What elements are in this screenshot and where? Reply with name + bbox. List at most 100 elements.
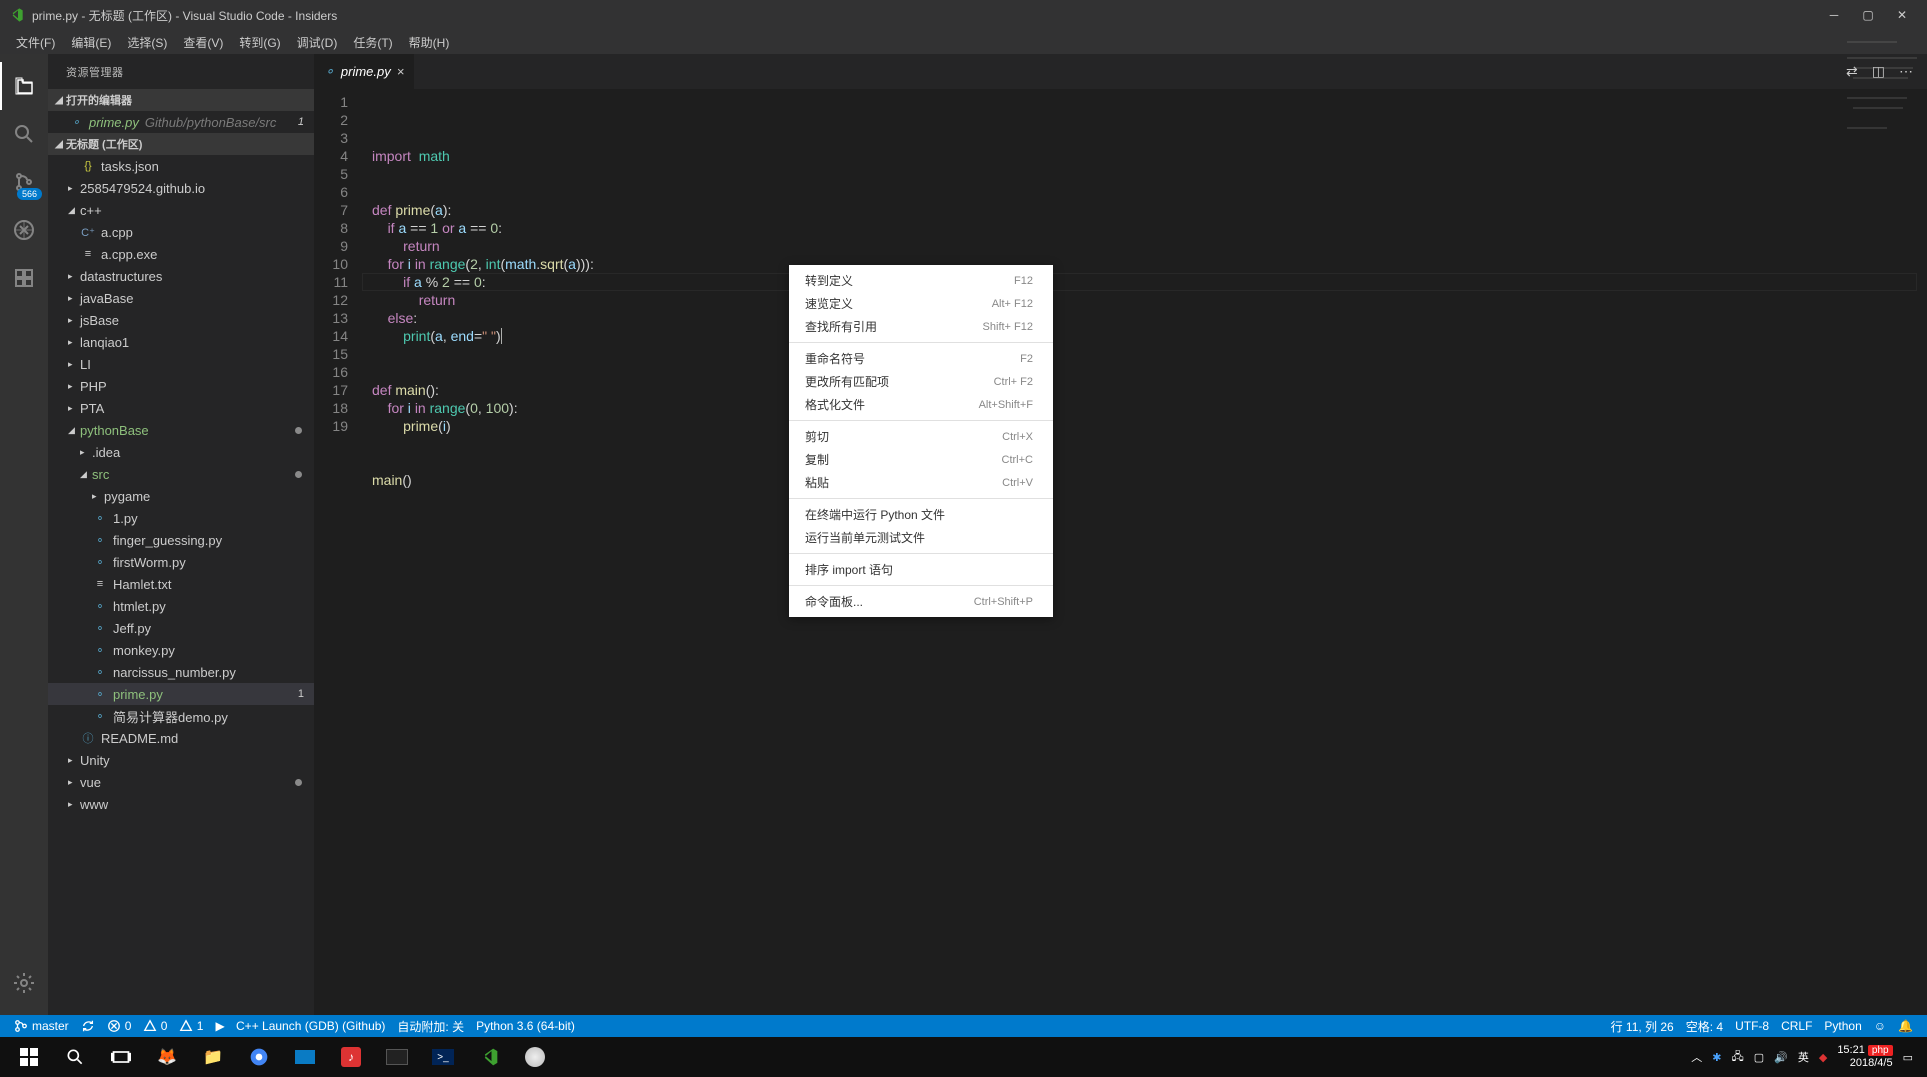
context-menu-item[interactable]: 更改所有匹配项Ctrl+ F2 [789, 370, 1053, 393]
tray-notifications-icon[interactable]: ▭ [1903, 1051, 1913, 1064]
tray-volume-icon[interactable]: 🔊 [1774, 1051, 1788, 1064]
activity-search[interactable] [0, 110, 48, 158]
start-button[interactable] [6, 1037, 52, 1077]
taskbar-app2-icon[interactable] [512, 1037, 558, 1077]
status-problems[interactable]: 0 0 1 [101, 1015, 210, 1037]
folder-lanqiao1[interactable]: ▸lanqiao1 [48, 331, 314, 353]
context-menu-item[interactable]: 格式化文件Alt+Shift+F [789, 393, 1053, 416]
folder-unity[interactable]: ▸Unity [48, 749, 314, 771]
file-prime[interactable]: ⚬prime.py1 [48, 683, 314, 705]
context-menu-item[interactable]: 速览定义Alt+ F12 [789, 292, 1053, 315]
activity-scm[interactable]: 566 [0, 158, 48, 206]
maximize-button[interactable]: ▢ [1861, 8, 1875, 22]
open-editor-item[interactable]: ⚬ prime.py Github/pythonBase/src 1 [48, 111, 314, 133]
folder-jsbase[interactable]: ▸jsBase [48, 309, 314, 331]
status-autoattach[interactable]: 自动附加: 关 [391, 1015, 470, 1037]
taskbar-netease-icon[interactable]: ♪ [328, 1037, 374, 1077]
taskbar-firefox-icon[interactable]: 🦊 [144, 1037, 190, 1077]
status-sync[interactable] [75, 1015, 101, 1037]
tab-prime-py[interactable]: ⚬ prime.py × [314, 54, 415, 89]
context-menu-item[interactable]: 运行当前单元测试文件 [789, 526, 1053, 549]
file-tasks-json[interactable]: {}tasks.json [48, 155, 314, 177]
file-jeff[interactable]: ⚬Jeff.py [48, 617, 314, 639]
taskview-icon[interactable] [98, 1037, 144, 1077]
minimap[interactable] [1837, 35, 1927, 235]
menu-item[interactable]: 调试(D) [289, 32, 346, 53]
tray-chevron-up-icon[interactable]: ︿ [1691, 1049, 1702, 1065]
context-menu-item[interactable]: 查找所有引用Shift+ F12 [789, 315, 1053, 338]
tray-app-icon[interactable]: ◆ [1819, 1051, 1827, 1064]
menu-item[interactable]: 编辑(E) [63, 32, 119, 53]
folder-src[interactable]: ◢src [48, 463, 314, 485]
menu-item[interactable]: 查看(V) [175, 32, 231, 53]
menu-item[interactable]: 任务(T) [345, 32, 400, 53]
file-1py[interactable]: ⚬1.py [48, 507, 314, 529]
context-menu-item[interactable]: 复制Ctrl+C [789, 448, 1053, 471]
menu-item[interactable]: 选择(S) [119, 32, 175, 53]
file-htmlet[interactable]: ⚬htmlet.py [48, 595, 314, 617]
folder-pta[interactable]: ▸PTA [48, 397, 314, 419]
folder-pygame[interactable]: ▸pygame [48, 485, 314, 507]
file-firstworm[interactable]: ⚬firstWorm.py [48, 551, 314, 573]
taskbar-search-icon[interactable] [52, 1037, 98, 1077]
activity-extensions[interactable] [0, 254, 48, 302]
status-bell-icon[interactable]: 🔔 [1892, 1015, 1919, 1037]
status-encoding[interactable]: UTF-8 [1729, 1015, 1775, 1037]
context-menu-item[interactable]: 重命名符号F2 [789, 347, 1053, 370]
system-tray[interactable]: ︿ ✱ 🖧 ▢ 🔊 英 ◆ 15:21 php 2018/4/5 ▭ [1691, 1044, 1921, 1070]
tray-network-icon[interactable]: 🖧 [1731, 1048, 1743, 1067]
status-language[interactable]: Python [1818, 1015, 1867, 1037]
folder-githubio[interactable]: ▸2585479524.github.io [48, 177, 314, 199]
file-acpp-exe[interactable]: ≡a.cpp.exe [48, 243, 314, 265]
context-menu-item[interactable]: 命令面板...Ctrl+Shift+P [789, 590, 1053, 613]
activity-explorer[interactable] [0, 62, 48, 110]
activity-debug[interactable] [0, 206, 48, 254]
tray-battery-icon[interactable]: ▢ [1754, 1051, 1764, 1064]
folder-idea[interactable]: ▸.idea [48, 441, 314, 463]
status-python[interactable]: Python 3.6 (64-bit) [470, 1015, 581, 1037]
file-narcissus[interactable]: ⚬narcissus_number.py [48, 661, 314, 683]
status-cursor-pos[interactable]: 行 11, 列 26 [1605, 1015, 1680, 1037]
file-calc[interactable]: ⚬简易计算器demo.py [48, 705, 314, 727]
folder-datastructures[interactable]: ▸datastructures [48, 265, 314, 287]
code-editor[interactable]: 12345678910111213141516171819 import mat… [314, 89, 1927, 1015]
status-branch[interactable]: master [8, 1015, 75, 1037]
file-acpp[interactable]: C⁺a.cpp [48, 221, 314, 243]
taskbar-explorer-icon[interactable]: 📁 [190, 1037, 236, 1077]
status-launch[interactable]: ▶ C++ Launch (GDB) (Github) [209, 1015, 391, 1037]
close-button[interactable]: ✕ [1895, 8, 1909, 22]
tab-close-icon[interactable]: × [397, 64, 405, 79]
folder-li[interactable]: ▸LI [48, 353, 314, 375]
code-content[interactable]: import mathdef prime(a): if a == 1 or a … [362, 89, 1927, 1015]
tray-clock[interactable]: 15:21 php 2018/4/5 [1837, 1044, 1892, 1070]
folder-javabase[interactable]: ▸javaBase [48, 287, 314, 309]
context-menu-item[interactable]: 转到定义F12 [789, 269, 1053, 292]
menu-item[interactable]: 转到(G) [231, 32, 288, 53]
file-hamlet[interactable]: ≡Hamlet.txt [48, 573, 314, 595]
context-menu-item[interactable]: 粘贴Ctrl+V [789, 471, 1053, 494]
taskbar-terminal-icon[interactable] [374, 1037, 420, 1077]
activity-settings[interactable] [0, 959, 48, 1007]
folder-www[interactable]: ▸www [48, 793, 314, 815]
workspace-header[interactable]: ◢无标题 (工作区) [48, 133, 314, 155]
taskbar-chrome-icon[interactable] [236, 1037, 282, 1077]
taskbar-vscode-icon[interactable] [466, 1037, 512, 1077]
status-spaces[interactable]: 空格: 4 [1680, 1015, 1729, 1037]
folder-cpp[interactable]: ◢c++ [48, 199, 314, 221]
taskbar-app1-icon[interactable] [282, 1037, 328, 1077]
menu-item[interactable]: 帮助(H) [401, 32, 458, 53]
minimize-button[interactable]: ─ [1827, 8, 1841, 22]
tray-bluetooth-icon[interactable]: ✱ [1712, 1051, 1721, 1064]
folder-php[interactable]: ▸PHP [48, 375, 314, 397]
taskbar-powershell-icon[interactable]: >_ [420, 1037, 466, 1077]
context-menu-item[interactable]: 排序 import 语句 [789, 558, 1053, 581]
context-menu-item[interactable]: 剪切Ctrl+X [789, 425, 1053, 448]
context-menu-item[interactable]: 在终端中运行 Python 文件 [789, 503, 1053, 526]
open-editors-header[interactable]: ◢打开的编辑器 [48, 89, 314, 111]
folder-pythonbase[interactable]: ◢pythonBase [48, 419, 314, 441]
tray-ime[interactable]: 英 [1798, 1049, 1809, 1065]
file-finger[interactable]: ⚬finger_guessing.py [48, 529, 314, 551]
file-readme[interactable]: ⓘREADME.md [48, 727, 314, 749]
menu-item[interactable]: 文件(F) [8, 32, 63, 53]
status-eol[interactable]: CRLF [1775, 1015, 1818, 1037]
